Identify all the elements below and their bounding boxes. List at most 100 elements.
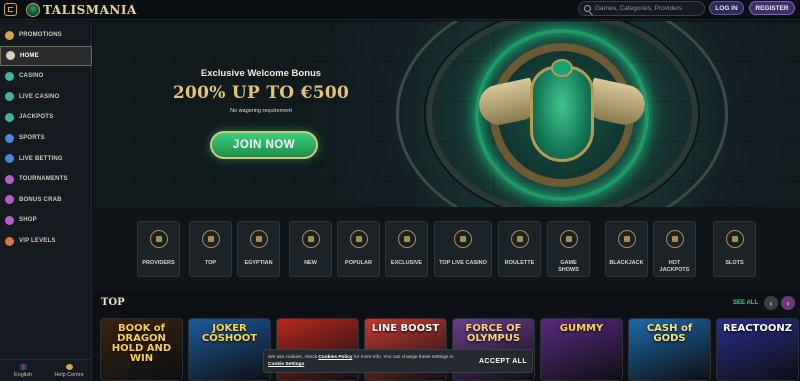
category-top-live-casino[interactable]: TOP LIVE CASINO — [434, 221, 492, 277]
top-bar: TALISMANIA LOG IN REGISTER — [0, 0, 800, 20]
sidebar-item-jackpots[interactable]: JACKPOTS — [0, 107, 92, 127]
logo-text: TALISMANIA — [43, 2, 137, 17]
logo[interactable]: TALISMANIA — [26, 1, 137, 18]
category-game-shows[interactable]: GAME SHOWS — [547, 221, 590, 277]
sidebar-item-label: HOME — [20, 52, 39, 59]
cookie-text: We use cookies, check Cookies Policy for… — [268, 354, 468, 368]
sidebar-item-label: JACKPOTS — [19, 114, 54, 121]
live-casino-icon — [5, 92, 14, 102]
sidebar-item-sports[interactable]: SPORTS — [0, 128, 92, 148]
accept-all-button[interactable]: ACCEPT ALL — [474, 353, 532, 370]
carousel-prev-button[interactable]: ‹ — [764, 296, 778, 310]
cookie-banner: We use cookies, check Cookies Policy for… — [263, 349, 533, 373]
sidebar-item-label: BONUS CRAB — [19, 196, 62, 203]
category-label: ROULETTE — [504, 260, 535, 266]
category-label: SLOTS — [725, 260, 744, 266]
help-centre-link[interactable]: Help Centre — [46, 360, 92, 381]
game-title: GUMMY — [559, 323, 604, 334]
sidebar-item-tournaments[interactable]: TOURNAMENTS — [0, 169, 92, 189]
sidebar-item-promotions[interactable]: PROMOTIONS — [0, 25, 92, 45]
game-title: REACTOONZ — [722, 323, 793, 334]
help-icon — [65, 363, 73, 370]
game-card[interactable]: JOKER COSHOOT — [188, 318, 271, 381]
top-section-header: TOP SEE ALL ‹ › — [93, 292, 800, 316]
category-top-live-casino-icon — [454, 230, 472, 248]
cookie-settings-link[interactable]: Cookie Settings — [268, 362, 304, 367]
jackpot-icon — [5, 112, 14, 122]
scarab-head — [551, 59, 573, 77]
sidebar-item-casino[interactable]: CASINO — [0, 66, 92, 86]
game-card[interactable]: CASH of GODS — [628, 318, 711, 381]
category-label: GAME SHOWS — [558, 260, 579, 273]
category-popular[interactable]: POPULAR — [337, 221, 380, 277]
category-game-shows-icon — [559, 230, 578, 248]
category-egyptian[interactable]: EGYPTIAN — [237, 221, 280, 277]
carousel-next-button[interactable]: › — [781, 296, 795, 310]
category-providers-icon — [149, 230, 168, 248]
category-blackjack[interactable]: BLACKJACK — [605, 221, 648, 277]
hero-banner: Exclusive Welcome Bonus 200% UP TO €500 … — [93, 21, 800, 207]
language-label: English — [13, 371, 33, 378]
gift-icon — [5, 30, 14, 40]
category-label: HOT JACKPOTS — [659, 260, 690, 273]
live-betting-icon — [5, 154, 14, 164]
category-label: EXCLUSIVE — [390, 260, 423, 266]
home-icon — [6, 51, 15, 61]
category-top[interactable]: TOP — [189, 221, 232, 277]
help-label: Help Centre — [54, 371, 84, 378]
logo-scarab-icon — [26, 2, 40, 17]
game-title: JOKER COSHOOT — [201, 323, 258, 344]
hero-title: 200% UP TO €500 — [172, 83, 350, 103]
game-title: BOOK of DRAGON HOLD AND WIN — [111, 323, 172, 364]
category-slots-icon — [725, 230, 744, 248]
join-now-button[interactable]: JOIN NOW — [210, 131, 318, 159]
category-slots[interactable]: SLOTS — [713, 221, 756, 277]
game-title: CASH of GODS — [646, 323, 693, 344]
category-hot-jackpots[interactable]: HOT JACKPOTS — [653, 221, 696, 277]
crab-icon — [5, 195, 14, 205]
game-card[interactable]: BOOK of DRAGON HOLD AND WIN — [100, 318, 183, 381]
category-egyptian-icon — [249, 230, 268, 248]
vip-icon — [5, 236, 14, 246]
register-button[interactable]: REGISTER — [749, 1, 795, 15]
cookie-text-1: We use cookies, check — [268, 355, 317, 360]
diamond-icon — [5, 71, 14, 81]
category-providers[interactable]: PROVIDERS — [137, 221, 180, 277]
category-exclusive-icon — [397, 230, 416, 248]
sidebar-item-shop[interactable]: SHOP — [0, 210, 92, 230]
see-all-link[interactable]: SEE ALL — [733, 300, 758, 306]
category-new[interactable]: NEW — [289, 221, 332, 277]
search-input[interactable] — [595, 5, 700, 12]
category-top-icon — [201, 230, 220, 248]
sidebar-item-label: CASINO — [19, 73, 44, 80]
sidebar-item-home[interactable]: HOME — [0, 45, 92, 66]
sidebar-item-label: LIVE BETTING — [19, 155, 63, 162]
category-exclusive[interactable]: EXCLUSIVE — [385, 221, 428, 277]
cookies-policy-link[interactable]: Cookies Policy — [318, 355, 352, 360]
sidebar-item-live-betting[interactable]: LIVE BETTING — [0, 149, 92, 169]
category-blackjack-icon — [617, 230, 636, 248]
search-bar[interactable] — [578, 1, 705, 16]
login-button[interactable]: LOG IN — [709, 1, 744, 15]
category-roulette[interactable]: ROULETTE — [498, 221, 541, 277]
sidebar: PROMOTIONS HOME CASINO LIVE CASINO JACKPOTS S… — [0, 21, 92, 381]
menu-toggle-icon[interactable] — [4, 3, 17, 16]
sidebar-item-vip-levels[interactable]: VIP LEVELS — [0, 231, 92, 251]
sidebar-item-label: PROMOTIONS — [19, 32, 63, 38]
trophy-icon — [5, 174, 14, 184]
category-hot-jackpots-icon — [665, 230, 684, 248]
uk-flag-icon — [19, 363, 27, 370]
sports-icon — [5, 133, 14, 143]
sidebar-item-bonus-crab[interactable]: BONUS CRAB — [0, 190, 92, 210]
hero-text: Exclusive Welcome Bonus 200% UP TO €500 … — [161, 68, 361, 114]
game-card[interactable]: GUMMY — [540, 318, 623, 381]
category-roulette-icon — [510, 230, 529, 248]
cookie-text-2: for more info. You can change these sett… — [353, 355, 454, 360]
game-title: FORCE OF OLYMPUS — [465, 323, 522, 344]
sidebar-item-live-casino[interactable]: LIVE CASINO — [0, 87, 92, 107]
sidebar-item-label: SPORTS — [19, 135, 45, 141]
language-selector[interactable]: English — [0, 360, 46, 381]
search-icon — [584, 5, 591, 12]
sidebar-item-label: SHOP — [19, 217, 37, 224]
game-card[interactable]: REACTOONZ — [716, 318, 799, 381]
